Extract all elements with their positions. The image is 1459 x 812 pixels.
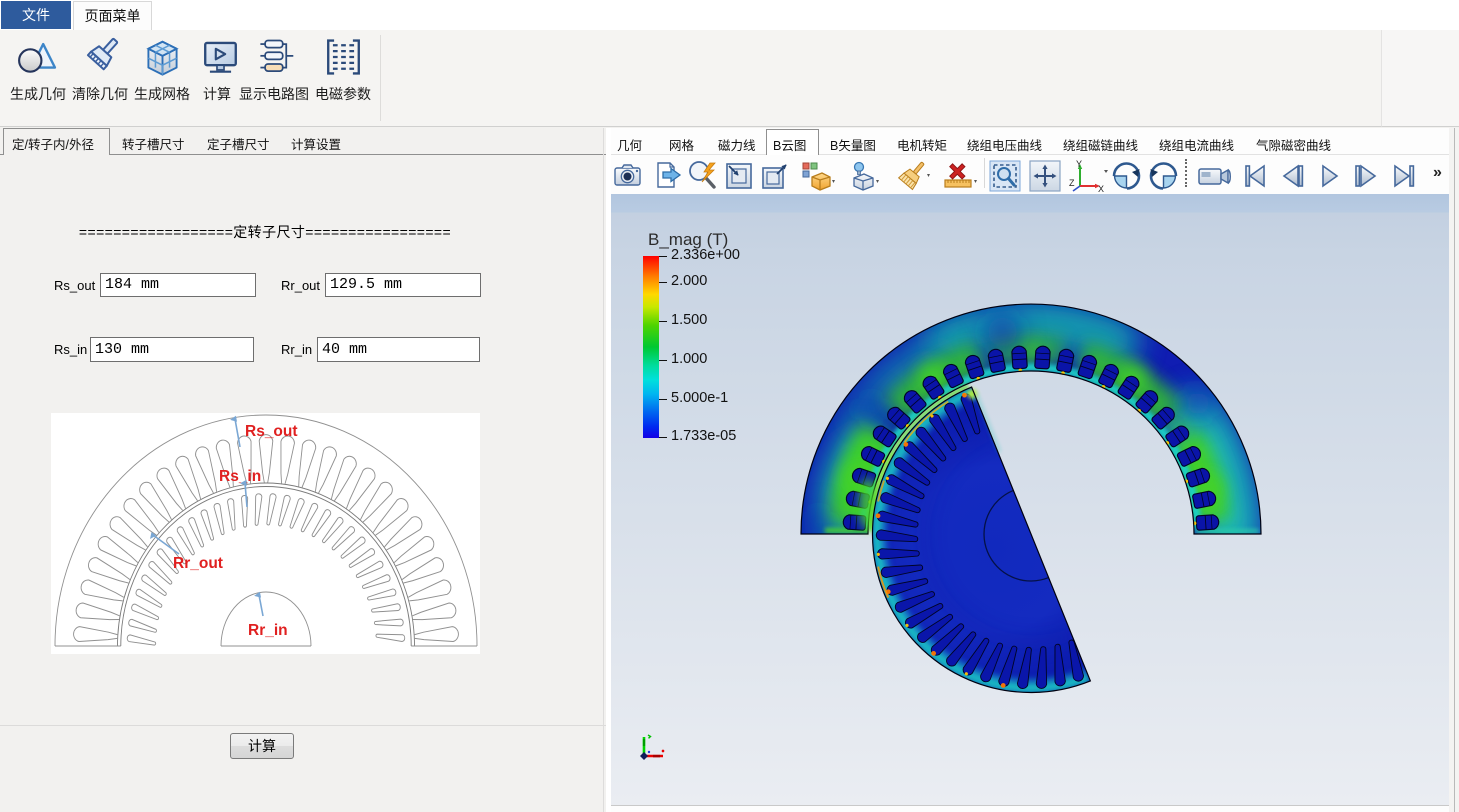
svg-text:Rr_in: Rr_in bbox=[248, 622, 288, 639]
svg-text:Y: Y bbox=[1076, 160, 1082, 169]
svg-text:Rr_out: Rr_out bbox=[173, 555, 223, 572]
svg-text:Rs_in: Rs_in bbox=[219, 468, 261, 485]
svg-text:Z: Z bbox=[1069, 178, 1075, 188]
svg-text:Rs_out: Rs_out bbox=[245, 423, 298, 440]
svg-text:X: X bbox=[1098, 184, 1104, 192]
